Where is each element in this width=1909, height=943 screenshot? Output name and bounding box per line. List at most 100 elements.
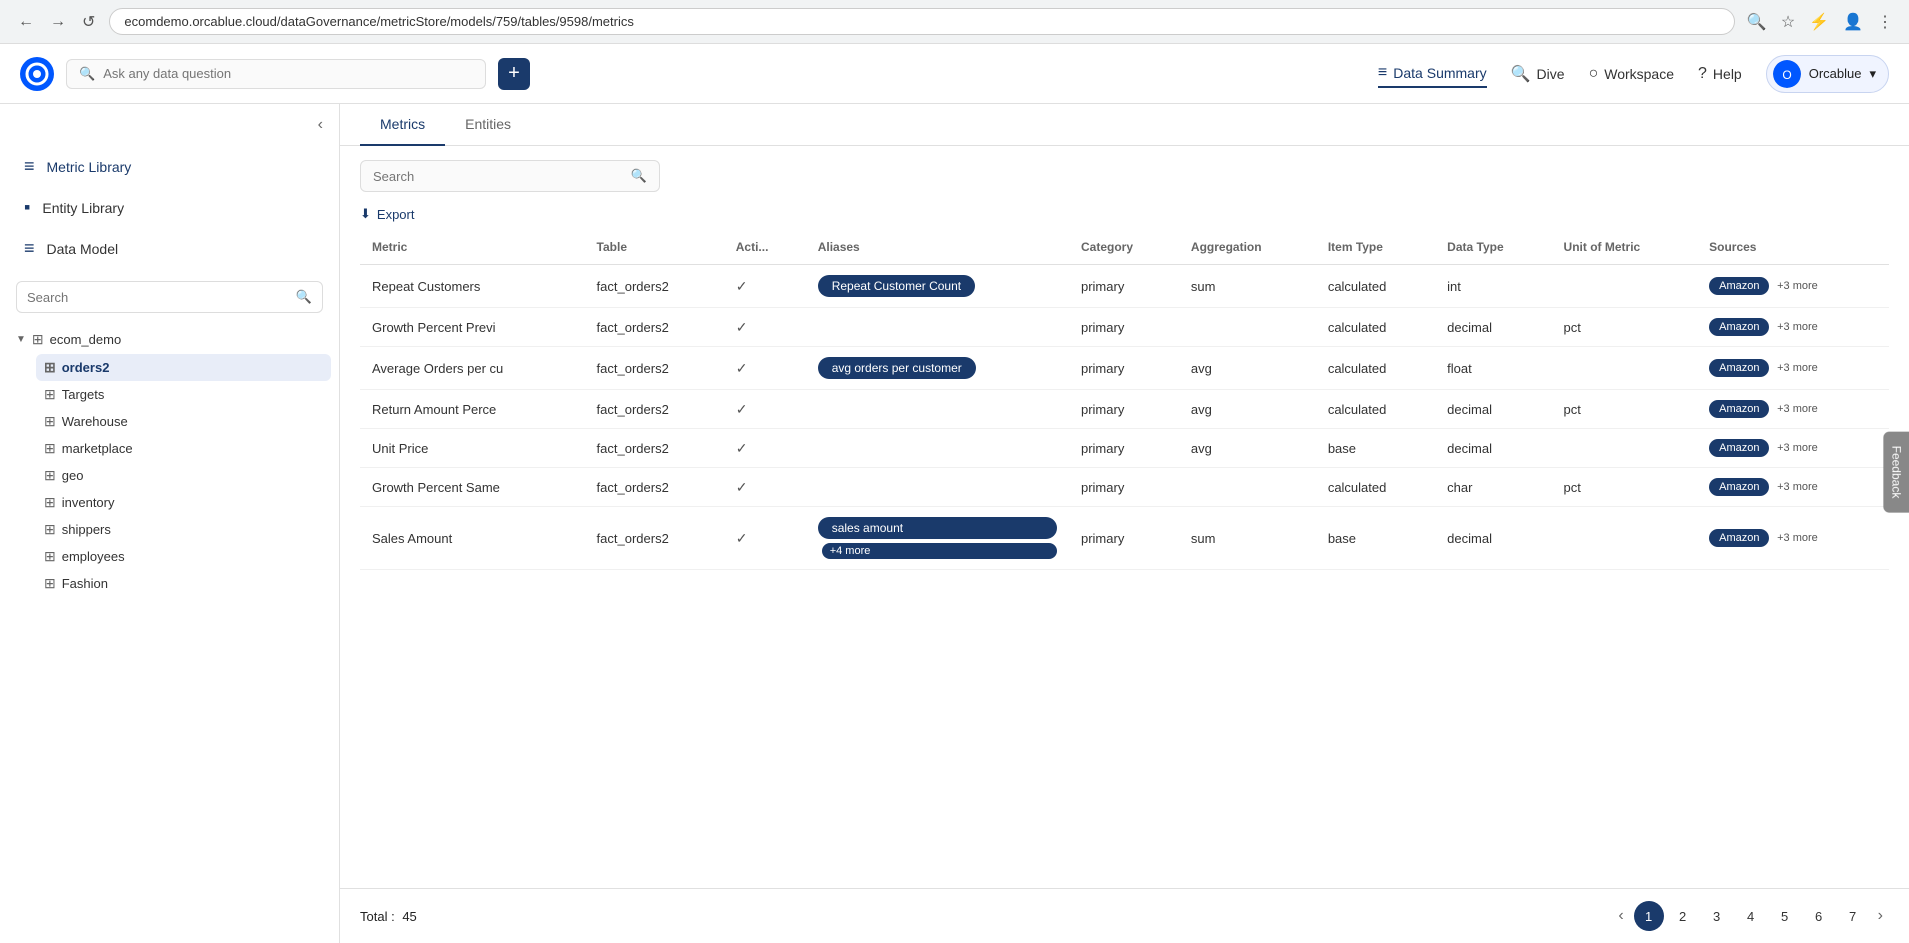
nav-help[interactable]: ? Help <box>1698 61 1742 87</box>
active-checkmark: ✓ <box>736 440 748 456</box>
source-more[interactable]: +3 more <box>1777 321 1818 333</box>
tree-root-ecom-demo[interactable]: ▼ ⊞ ecom_demo <box>8 325 331 354</box>
sidebar-item-entity-library[interactable]: ▪ Entity Library <box>8 187 331 228</box>
back-button[interactable]: ← <box>12 8 40 36</box>
source-more[interactable]: +3 more <box>1777 442 1818 454</box>
cell-aliases <box>806 308 1069 347</box>
cell-item-type: base <box>1316 429 1435 468</box>
table-row: Repeat Customers fact_orders2 ✓ Repeat C… <box>360 265 1889 308</box>
feedback-tab[interactable]: Feedback <box>1884 431 1909 512</box>
help-icon: ? <box>1698 65 1707 83</box>
browser-extension-icon[interactable]: ⚡ <box>1805 8 1833 36</box>
alias-badge[interactable]: avg orders per customer <box>818 357 976 379</box>
cell-metric: Average Orders per cu <box>360 347 585 390</box>
export-icon: ⬇ <box>360 206 371 222</box>
source-more[interactable]: +3 more <box>1777 481 1818 493</box>
col-unit: Unit of Metric <box>1552 230 1698 265</box>
page-button-4[interactable]: 4 <box>1736 901 1766 931</box>
add-button[interactable]: + <box>498 58 530 90</box>
col-aggregation: Aggregation <box>1179 230 1316 265</box>
cell-sources: Amazon +3 more <box>1697 429 1889 468</box>
reload-button[interactable]: ↺ <box>76 8 101 36</box>
forward-button[interactable]: → <box>44 8 72 36</box>
tree-warehouse-label: Warehouse <box>62 414 128 429</box>
nav-workspace[interactable]: ○ Workspace <box>1589 61 1674 87</box>
col-table: Table <box>585 230 724 265</box>
global-search-bar[interactable]: 🔍 <box>66 59 486 89</box>
source-badge[interactable]: Amazon <box>1709 400 1769 418</box>
sidebar-item-metric-library[interactable]: ≡ Metric Library <box>8 146 331 187</box>
tree-item-orders2[interactable]: ⊞ orders2 <box>36 354 331 381</box>
cell-metric: Sales Amount <box>360 507 585 570</box>
tree-item-employees[interactable]: ⊞ employees <box>36 543 331 570</box>
browser-star-icon[interactable]: ☆ <box>1777 8 1799 36</box>
tree-inventory-icon: ⊞ <box>44 494 56 511</box>
source-more[interactable]: +3 more <box>1777 532 1818 544</box>
table-row: Growth Percent Same fact_orders2 ✓ prima… <box>360 468 1889 507</box>
cell-unit <box>1552 507 1698 570</box>
source-badge[interactable]: Amazon <box>1709 529 1769 547</box>
browser-menu-icon[interactable]: ⋮ <box>1873 8 1897 36</box>
url-bar[interactable] <box>109 8 1734 35</box>
cell-table: fact_orders2 <box>585 507 724 570</box>
nav-help-label: Help <box>1713 66 1742 82</box>
table-search-bar[interactable]: 🔍 <box>360 160 660 192</box>
tree-item-marketplace[interactable]: ⊞ marketplace <box>36 435 331 462</box>
metric-library-icon: ≡ <box>24 156 35 177</box>
cell-unit: pct <box>1552 308 1698 347</box>
table-search-input[interactable] <box>373 169 623 184</box>
prev-page-button[interactable]: ‹ <box>1612 903 1629 929</box>
source-badge[interactable]: Amazon <box>1709 359 1769 377</box>
global-search-input[interactable] <box>103 66 473 81</box>
cell-item-type: calculated <box>1316 347 1435 390</box>
tree-item-fashion[interactable]: ⊞ Fashion <box>36 570 331 597</box>
source-badge[interactable]: Amazon <box>1709 318 1769 336</box>
page-button-5[interactable]: 5 <box>1770 901 1800 931</box>
source-more[interactable]: +3 more <box>1777 403 1818 415</box>
sidebar-collapse-button[interactable]: ‹ <box>318 116 323 134</box>
user-badge[interactable]: O Orcablue ▾ <box>1766 55 1889 93</box>
next-page-button[interactable]: › <box>1872 903 1889 929</box>
cell-unit: pct <box>1552 390 1698 429</box>
browser-navigation: ← → ↺ <box>12 8 101 36</box>
cell-table: fact_orders2 <box>585 468 724 507</box>
export-label: Export <box>377 207 415 222</box>
tab-metrics[interactable]: Metrics <box>360 104 445 146</box>
cell-sources: Amazon +3 more <box>1697 507 1889 570</box>
browser-search-icon[interactable]: 🔍 <box>1743 8 1771 36</box>
page-button-2[interactable]: 2 <box>1668 901 1698 931</box>
sidebar-search-input[interactable] <box>27 290 290 305</box>
tree-item-geo[interactable]: ⊞ geo <box>36 462 331 489</box>
alias-badge[interactable]: Repeat Customer Count <box>818 275 975 297</box>
source-badge[interactable]: Amazon <box>1709 478 1769 496</box>
data-model-icon: ≡ <box>24 238 35 259</box>
page-button-1[interactable]: 1 <box>1634 901 1664 931</box>
browser-profile-icon[interactable]: 👤 <box>1839 8 1867 36</box>
tree-item-targets[interactable]: ⊞ Targets <box>36 381 331 408</box>
page-button-7[interactable]: 7 <box>1838 901 1868 931</box>
cell-category: primary <box>1069 507 1179 570</box>
page-button-3[interactable]: 3 <box>1702 901 1732 931</box>
tab-entities[interactable]: Entities <box>445 104 531 146</box>
aliases-more-badge[interactable]: +4 more <box>822 543 1057 559</box>
page-button-6[interactable]: 6 <box>1804 901 1834 931</box>
tree-item-warehouse[interactable]: ⊞ Warehouse <box>36 408 331 435</box>
tree-children: ⊞ orders2 ⊞ Targets ⊞ Warehouse ⊞ market… <box>8 354 331 597</box>
cell-unit: pct <box>1552 468 1698 507</box>
cell-active: ✓ <box>724 265 806 308</box>
source-badge[interactable]: Amazon <box>1709 439 1769 457</box>
tree-item-inventory[interactable]: ⊞ inventory <box>36 489 331 516</box>
tree-fashion-icon: ⊞ <box>44 575 56 592</box>
nav-dive[interactable]: 🔍 Dive <box>1511 60 1565 88</box>
sidebar-item-data-model[interactable]: ≡ Data Model <box>8 228 331 269</box>
export-button[interactable]: ⬇ Export <box>360 206 414 222</box>
app-logo[interactable] <box>20 57 54 91</box>
source-badge[interactable]: Amazon <box>1709 277 1769 295</box>
col-item-type: Item Type <box>1316 230 1435 265</box>
nav-data-summary[interactable]: ≡ Data Summary <box>1378 60 1487 88</box>
sidebar-search-bar[interactable]: 🔍 <box>16 281 323 313</box>
source-more[interactable]: +3 more <box>1777 362 1818 374</box>
tree-item-shippers[interactable]: ⊞ shippers <box>36 516 331 543</box>
source-more[interactable]: +3 more <box>1777 280 1818 292</box>
alias-badge[interactable]: sales amount <box>818 517 1057 539</box>
